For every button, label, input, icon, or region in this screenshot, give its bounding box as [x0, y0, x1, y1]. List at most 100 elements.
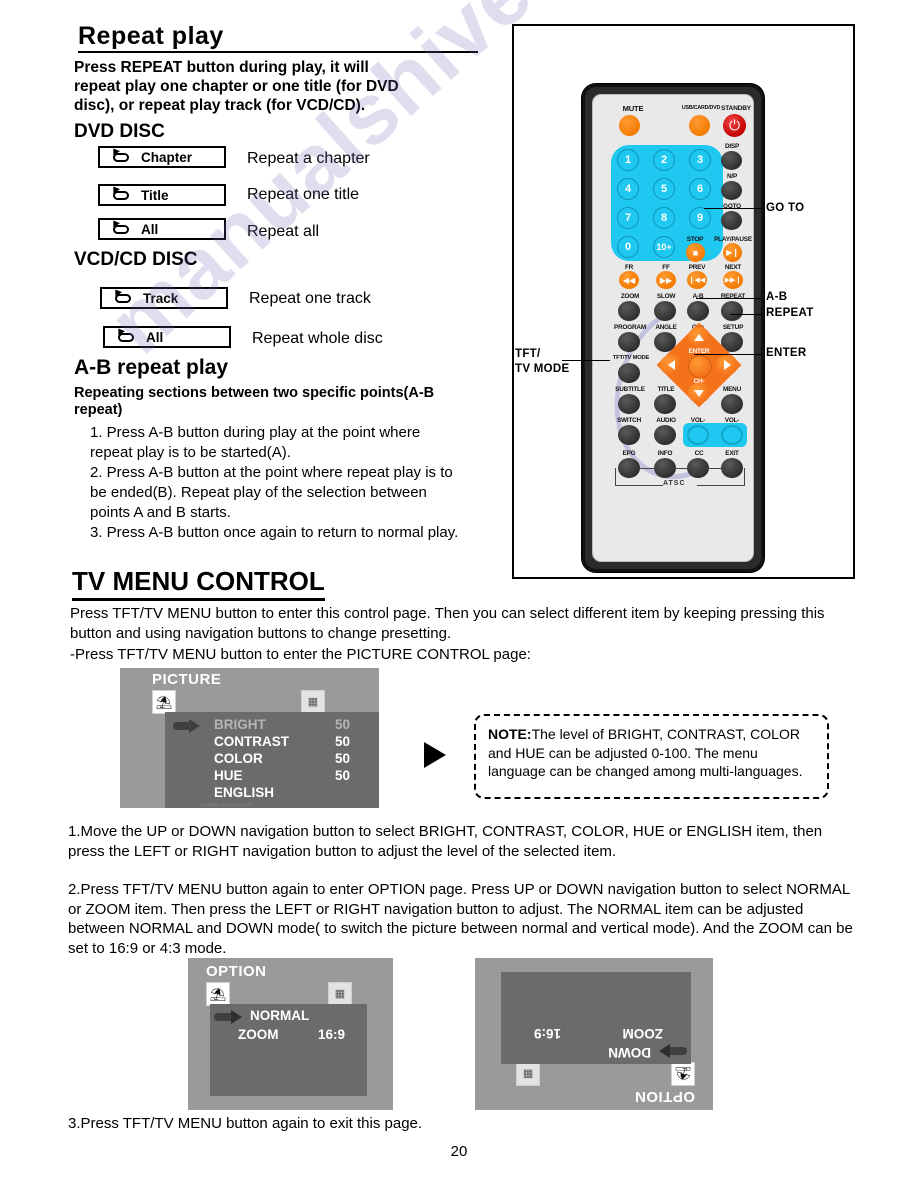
picture-row-bright[interactable]: BRIGHT: [214, 717, 266, 732]
ab-repeat-subheading: Repeating sections between two specific …: [74, 385, 435, 418]
ch-down-button[interactable]: [688, 383, 710, 403]
atsc-bracket-right: [697, 485, 745, 486]
picture-row-contrast[interactable]: CONTRAST: [214, 734, 289, 749]
program-button[interactable]: [618, 332, 640, 352]
num-2-button[interactable]: 2: [653, 149, 675, 171]
next-button[interactable]: ▶▶❙: [723, 271, 743, 289]
callout-goto: GO TO: [766, 202, 805, 214]
ab-step-3: 3. Press A-B button once again to return…: [90, 524, 459, 541]
fast-forward-button[interactable]: ▶▶: [656, 271, 676, 289]
zoom-button[interactable]: [618, 301, 640, 321]
disp-button[interactable]: [721, 151, 742, 170]
repeat-track-label: Track: [143, 290, 179, 306]
repeat-loop-icon: [115, 325, 137, 344]
picture-value-hue: 50: [335, 768, 351, 783]
note-box: NOTE:The level of BRIGHT, CONTRAST, COLO…: [474, 714, 829, 799]
picture-settings-icon: ▦: [522, 1068, 534, 1081]
label-slow: SLOW: [656, 293, 676, 300]
nav-right-button[interactable]: [716, 355, 738, 375]
option-flipped-tab-icon-palm[interactable]: ⛱: [671, 1062, 695, 1086]
repeat-whole-disc-label: All: [146, 329, 164, 345]
num-9-button[interactable]: 9: [689, 207, 711, 229]
num-7-button[interactable]: 7: [617, 207, 639, 229]
repeat-loop-icon: [110, 145, 132, 164]
repeat-title-label: Title: [141, 187, 169, 203]
ch-up-button[interactable]: [688, 327, 710, 347]
label-epg: EPG: [622, 450, 636, 457]
repeat-whole-disc-box: All: [103, 325, 231, 348]
remote-faceplate: MUTE USB/CARD/DVD STANDBY ⏻ 1 2 3 4 5 6 …: [592, 94, 778, 562]
title-button[interactable]: [654, 394, 676, 414]
repeat-chapter-box: Chapter: [98, 145, 226, 168]
num-0-button[interactable]: 0: [617, 236, 639, 258]
num-10plus-button[interactable]: 10+: [653, 236, 675, 258]
source-button[interactable]: [689, 115, 710, 136]
page-title: Repeat play: [78, 22, 478, 53]
option-tab-icon[interactable]: ▦: [301, 690, 325, 714]
repeat-title-box: Title: [98, 183, 226, 206]
picture-row-color[interactable]: COLOR: [214, 751, 263, 766]
repeat-track-desc: Repeat one track: [249, 290, 371, 307]
audio-button[interactable]: [654, 425, 676, 445]
ab-button[interactable]: [687, 301, 709, 321]
option-flipped-row-zoom[interactable]: ZOOM: [623, 1026, 664, 1041]
label-np: N/P: [726, 173, 738, 180]
option-tab-icon-palm[interactable]: ⛱: [206, 982, 230, 1006]
option-flipped-row-down[interactable]: DOWN: [608, 1045, 651, 1060]
slow-button[interactable]: [654, 301, 676, 321]
previous-button[interactable]: ❙◀◀: [687, 271, 707, 289]
option-tab-icon-picture[interactable]: ▦: [328, 982, 352, 1006]
chevron-right-icon: [723, 360, 731, 370]
volume-down-button[interactable]: [687, 425, 709, 445]
option-value-zoom: 16:9: [318, 1027, 346, 1042]
repeat-button[interactable]: [721, 301, 743, 321]
ab-step-2: 2. Press A-B button at the point where r…: [90, 464, 453, 521]
mute-button[interactable]: [619, 115, 640, 136]
stop-button[interactable]: ■: [686, 243, 705, 262]
exit-button[interactable]: [721, 458, 743, 478]
num-3-button[interactable]: 3: [689, 149, 711, 171]
play-pause-button[interactable]: ▶❙: [723, 243, 742, 262]
volume-up-button[interactable]: [721, 425, 743, 445]
np-button[interactable]: [721, 181, 742, 200]
remote-control-figure: MUTE USB/CARD/DVD STANDBY ⏻ 1 2 3 4 5 6 …: [512, 24, 855, 579]
picture-settings-icon: ▦: [307, 695, 319, 708]
tvmenu-paragraph-2: -Press TFT/TV MENU button to enter the P…: [70, 646, 531, 663]
repeat-track-box: Track: [100, 286, 228, 309]
tft-tv-mode-button[interactable]: [618, 363, 640, 383]
picture-tab-icon[interactable]: ⛱: [152, 690, 176, 714]
tvmenu-paragraph-3: 1.Move the UP or DOWN navigation button …: [68, 823, 823, 860]
num-8-button[interactable]: 8: [653, 207, 675, 229]
callout-tft-line1: TFT/: [515, 348, 541, 360]
menu-button[interactable]: [721, 394, 743, 414]
repeat-all-label: All: [141, 221, 159, 237]
num-5-button[interactable]: 5: [653, 178, 675, 200]
enter-button[interactable]: [688, 355, 712, 378]
picture-row-language[interactable]: ENGLISH: [214, 785, 274, 800]
remote-control-body: MUTE USB/CARD/DVD STANDBY ⏻ 1 2 3 4 5 6 …: [582, 84, 778, 572]
picture-settings-icon: ▦: [334, 987, 346, 1000]
num-1-button[interactable]: 1: [617, 149, 639, 171]
tv-menu-control-heading: TV MENU CONTROL: [72, 566, 325, 601]
num-6-button[interactable]: 6: [689, 178, 711, 200]
ab-step-1: 1. Press A-B button during play at the p…: [90, 424, 421, 461]
epg-button[interactable]: [618, 458, 640, 478]
manual-page: manualshive.com Repeat play Press REPEAT…: [0, 0, 918, 1188]
num-4-button[interactable]: 4: [617, 178, 639, 200]
fast-rewind-button[interactable]: ◀◀: [619, 271, 639, 289]
repeat-all-box: All: [98, 217, 226, 240]
label-fr: FR: [624, 264, 634, 271]
switch-button[interactable]: [618, 425, 640, 445]
option-row-zoom[interactable]: ZOOM: [238, 1027, 279, 1042]
atsc-label: ATSC: [663, 480, 686, 487]
standby-power-icon[interactable]: ⏻: [723, 114, 746, 137]
nav-left-button[interactable]: [660, 355, 682, 375]
option-row-normal[interactable]: NORMAL: [250, 1008, 309, 1023]
palm-tree-icon: ⛱: [155, 694, 173, 710]
subtitle-button[interactable]: [618, 394, 640, 414]
goto-button[interactable]: [721, 211, 742, 230]
picture-row-hue[interactable]: HUE: [214, 768, 243, 783]
label-setup: SETUP: [722, 324, 744, 331]
option-flipped-tab-icon-picture[interactable]: ▦: [516, 1062, 540, 1086]
option-flipped-value-zoom: 16:9: [533, 1026, 561, 1041]
